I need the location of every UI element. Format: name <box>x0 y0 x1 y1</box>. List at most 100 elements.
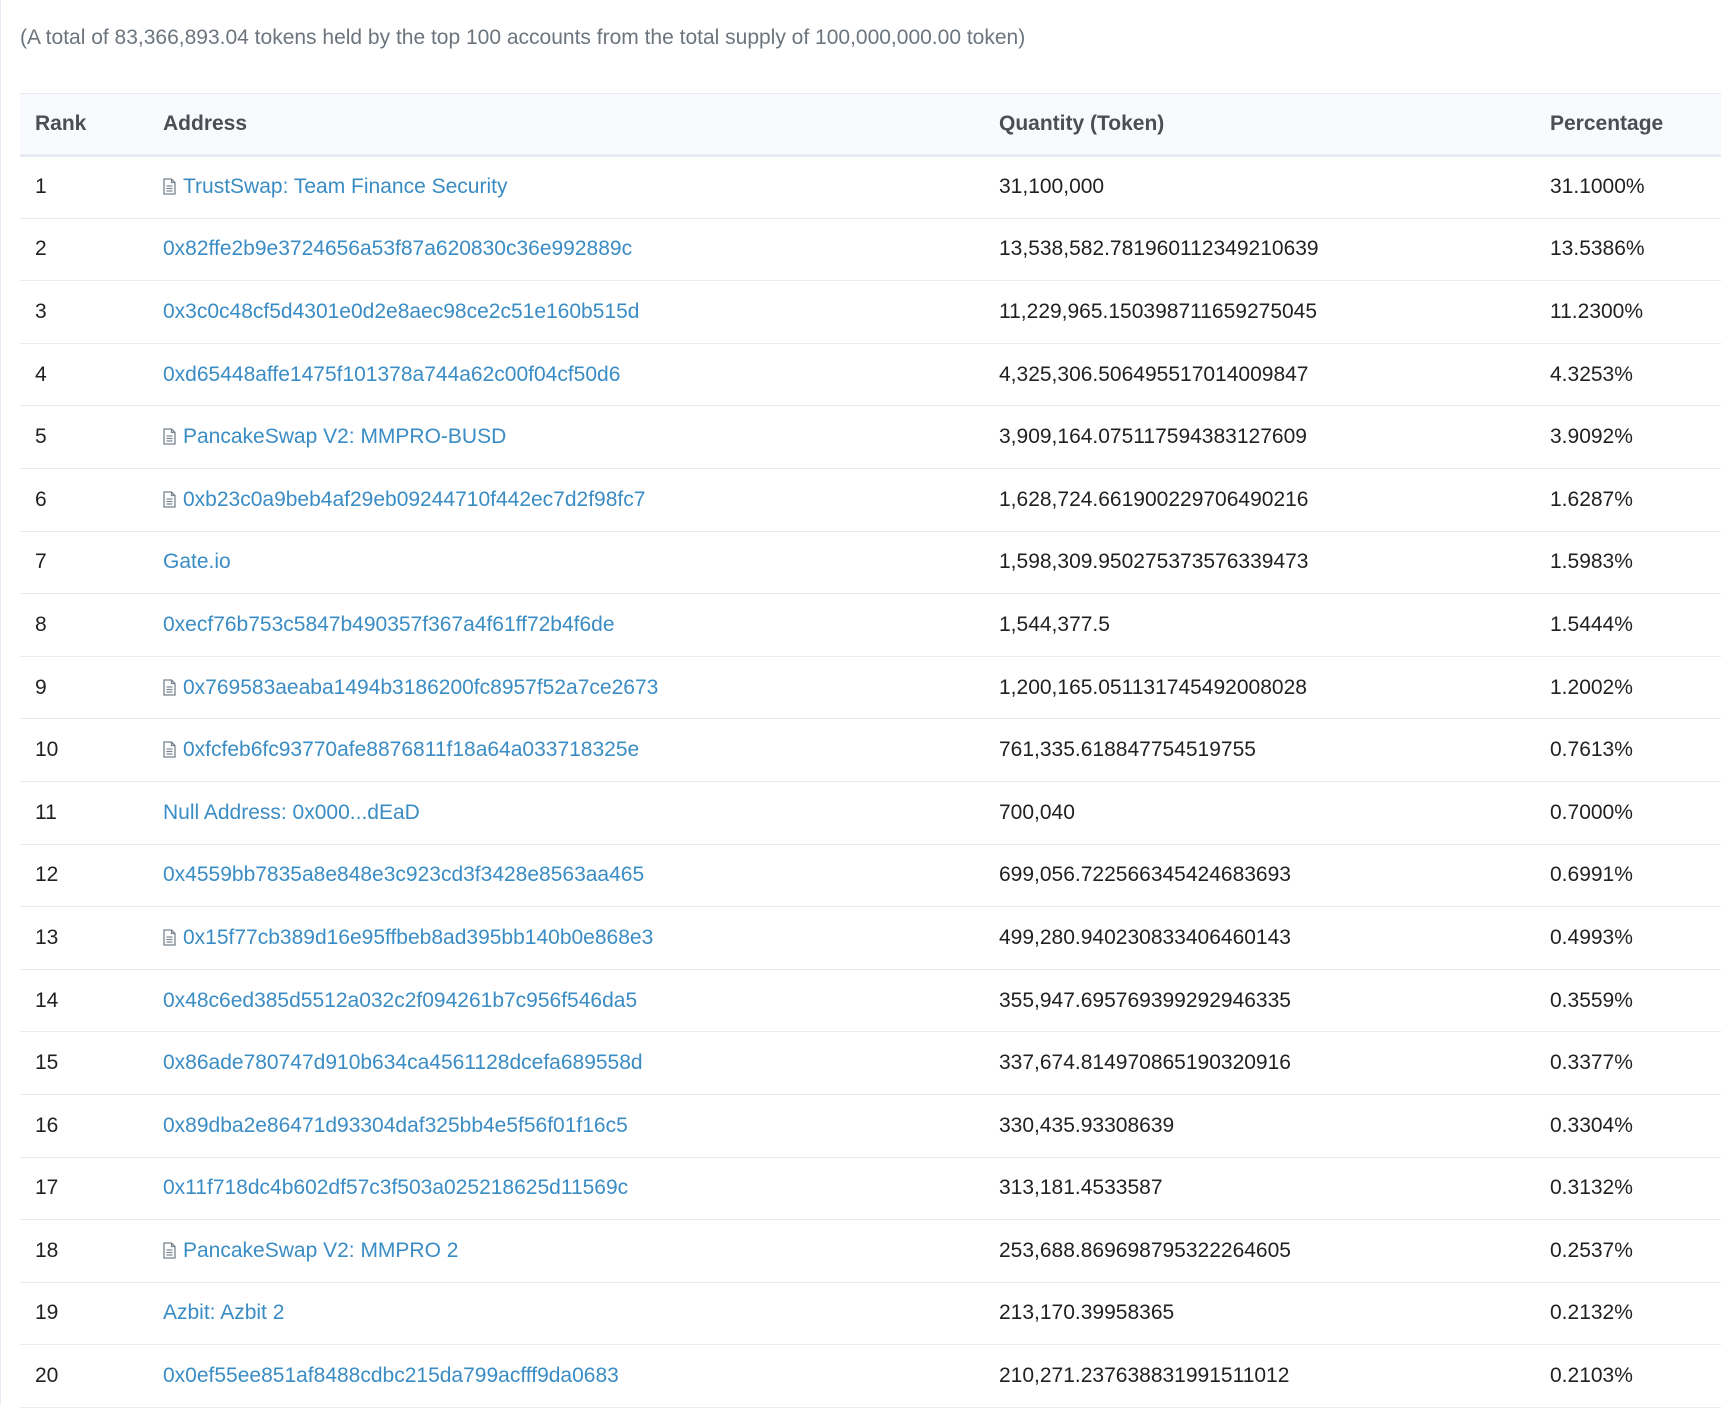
token-holders-table: Rank Address Quantity (Token) Percentage… <box>20 93 1721 1408</box>
holder-address-link[interactable]: 0x86ade780747d910b634ca4561128dcefa68955… <box>163 1051 643 1074</box>
quantity-value: 699,056.722566345424683693 <box>999 863 1291 887</box>
address-cell: 0xecf76b753c5847b490357f367a4f61ff72b4f6… <box>148 593 984 657</box>
quantity-value: 761,335.618847754519755 <box>999 738 1256 762</box>
holder-address-link[interactable]: Azbit: Azbit 2 <box>163 1301 284 1324</box>
percentage-cell: 0.6991% <box>1535 844 1721 908</box>
table-row: 9 0x769583aeaba1494b3186200fc8957f52a7ce… <box>20 656 1721 720</box>
quantity-cell: 761,335.618847754519755 <box>984 718 1535 782</box>
address-cell: 0xfcfeb6fc93770afe8876811f18a64a03371832… <box>148 718 984 782</box>
document-icon <box>163 678 176 696</box>
rank-cell: 5 <box>20 405 148 469</box>
holder-address-link[interactable]: Gate.io <box>163 550 231 573</box>
rank-cell: 10 <box>20 718 148 782</box>
rank-cell: 6 <box>20 468 148 532</box>
quantity-value: 210,271.237638831991511012 <box>999 1364 1290 1388</box>
rank-cell: 4 <box>20 343 148 407</box>
table-row: 12 0x4559bb7835a8e848e3c923cd3f3428e8563… <box>20 844 1721 908</box>
holder-address-link[interactable]: 0xfcfeb6fc93770afe8876811f18a64a03371832… <box>183 738 639 761</box>
document-icon <box>163 741 176 758</box>
percentage-cell: 0.2537% <box>1535 1219 1721 1283</box>
percentage-value: 0.2537% <box>1550 1238 1633 1262</box>
table-row: 11 Null Address: 0x000...dEaD 700,040 0.… <box>20 781 1721 845</box>
holder-address-link[interactable]: 0x82ffe2b9e3724656a53f87a620830c36e99288… <box>163 237 632 260</box>
holder-address-link[interactable]: 0x15f77cb389d16e95ffbeb8ad395bb140b0e868… <box>183 926 653 949</box>
address-cell: 0x769583aeaba1494b3186200fc8957f52a7ce26… <box>148 656 984 720</box>
document-icon <box>163 929 176 946</box>
table-row: 16 0x89dba2e86471d93304daf325bb4e5f56f01… <box>20 1094 1721 1158</box>
percentage-value: 0.7000% <box>1550 800 1633 824</box>
address-cell: Gate.io <box>148 531 984 595</box>
rank-cell: 18 <box>20 1219 148 1283</box>
quantity-value: 313,181.4533587 <box>999 1176 1163 1200</box>
percentage-value: 13.5386% <box>1550 237 1645 261</box>
percentage-cell: 1.5444% <box>1535 593 1721 657</box>
holder-address-link[interactable]: 0xb23c0a9beb4af29eb09244710f442ec7d2f98f… <box>183 488 645 511</box>
rank-cell: 16 <box>20 1094 148 1158</box>
holder-address-link[interactable]: 0x0ef55ee851af8488cdbc215da799acfff9da06… <box>163 1364 619 1387</box>
rank-value: 11 <box>35 800 57 824</box>
table-body: 1 TrustSwap: Team Finance Security 31,10… <box>20 155 1721 1408</box>
quantity-value: 700,040 <box>999 800 1075 824</box>
holder-address-link[interactable]: 0x48c6ed385d5512a032c2f094261b7c956f546d… <box>163 989 637 1012</box>
rank-value: 15 <box>35 1051 59 1075</box>
rank-value: 20 <box>35 1364 59 1388</box>
rank-cell: 12 <box>20 844 148 908</box>
quantity-value: 31,100,000 <box>999 175 1105 199</box>
token-holders-page: (A total of 83,366,893.04 tokens held by… <box>0 0 1721 1408</box>
address-cell: PancakeSwap V2: MMPRO 2 <box>148 1219 984 1283</box>
holder-address-link[interactable]: 0xd65448affe1475f101378a744a62c00f04cf50… <box>163 363 620 386</box>
percentage-cell: 0.3377% <box>1535 1031 1721 1095</box>
table-row: 6 0xb23c0a9beb4af29eb09244710f442ec7d2f9… <box>20 468 1721 532</box>
holder-address-link[interactable]: 0xecf76b753c5847b490357f367a4f61ff72b4f6… <box>163 613 615 636</box>
holder-address-link[interactable]: Null Address: 0x000...dEaD <box>163 801 420 824</box>
rank-value: 4 <box>35 362 47 386</box>
percentage-value: 0.6991% <box>1550 863 1633 887</box>
percentage-column-header: Percentage <box>1535 93 1721 157</box>
address-cell: 0x3c0c48cf5d4301e0d2e8aec98ce2c51e160b51… <box>148 280 984 344</box>
rank-value: 19 <box>35 1301 59 1325</box>
quantity-column-header: Quantity (Token) <box>984 93 1535 157</box>
quantity-cell: 3,909,164.075117594383127609 <box>984 405 1535 469</box>
holder-address-link[interactable]: 0x89dba2e86471d93304daf325bb4e5f56f01f16… <box>163 1114 628 1137</box>
quantity-cell: 253,688.869698795322264605 <box>984 1219 1535 1283</box>
table-row: 10 0xfcfeb6fc93770afe8876811f18a64a03371… <box>20 718 1721 782</box>
rank-cell: 14 <box>20 969 148 1033</box>
rank-value: 7 <box>35 550 47 574</box>
quantity-cell: 700,040 <box>984 781 1535 845</box>
percentage-cell: 3.9092% <box>1535 405 1721 469</box>
rank-cell: 7 <box>20 531 148 595</box>
quantity-value: 253,688.869698795322264605 <box>999 1238 1291 1262</box>
address-cell: 0xd65448affe1475f101378a744a62c00f04cf50… <box>148 343 984 407</box>
document-icon <box>163 1242 176 1259</box>
holder-address-link[interactable]: 0x11f718dc4b602df57c3f503a025218625d1156… <box>163 1176 628 1199</box>
rank-cell: 2 <box>20 218 148 282</box>
address-cell: 0x82ffe2b9e3724656a53f87a620830c36e99288… <box>148 218 984 282</box>
address-cell: 0x4559bb7835a8e848e3c923cd3f3428e8563aa4… <box>148 844 984 908</box>
percentage-cell: 11.2300% <box>1535 280 1721 344</box>
quantity-cell: 11,229,965.150398711659275045 <box>984 280 1535 344</box>
rank-cell: 1 <box>20 155 148 219</box>
rank-cell: 19 <box>20 1282 148 1346</box>
percentage-value: 11.2300% <box>1550 299 1644 323</box>
holder-address-link[interactable]: PancakeSwap V2: MMPRO-BUSD <box>183 425 506 448</box>
quantity-cell: 337,674.814970865190320916 <box>984 1031 1535 1095</box>
rank-value: 5 <box>35 425 47 449</box>
holder-address-link[interactable]: 0x4559bb7835a8e848e3c923cd3f3428e8563aa4… <box>163 863 644 886</box>
percentage-value: 0.3304% <box>1550 1113 1633 1137</box>
table-row: 1 TrustSwap: Team Finance Security 31,10… <box>20 155 1721 219</box>
rank-cell: 15 <box>20 1031 148 1095</box>
address-cell: 0x11f718dc4b602df57c3f503a025218625d1156… <box>148 1157 984 1221</box>
rank-cell: 9 <box>20 656 148 720</box>
holder-address-link[interactable]: 0x3c0c48cf5d4301e0d2e8aec98ce2c51e160b51… <box>163 300 639 323</box>
address-cell: TrustSwap: Team Finance Security <box>148 155 984 219</box>
table-row: 15 0x86ade780747d910b634ca4561128dcefa68… <box>20 1031 1721 1095</box>
percentage-cell: 0.7000% <box>1535 781 1721 845</box>
percentage-value: 0.3377% <box>1550 1051 1633 1075</box>
address-cell: 0x0ef55ee851af8488cdbc215da799acfff9da06… <box>148 1344 984 1408</box>
address-cell: 0xb23c0a9beb4af29eb09244710f442ec7d2f98f… <box>148 468 984 532</box>
rank-cell: 11 <box>20 781 148 845</box>
holder-address-link[interactable]: TrustSwap: Team Finance Security <box>183 175 507 198</box>
holder-address-link[interactable]: PancakeSwap V2: MMPRO 2 <box>183 1239 458 1262</box>
holder-address-link[interactable]: 0x769583aeaba1494b3186200fc8957f52a7ce26… <box>183 676 658 699</box>
rank-value: 17 <box>35 1176 59 1200</box>
